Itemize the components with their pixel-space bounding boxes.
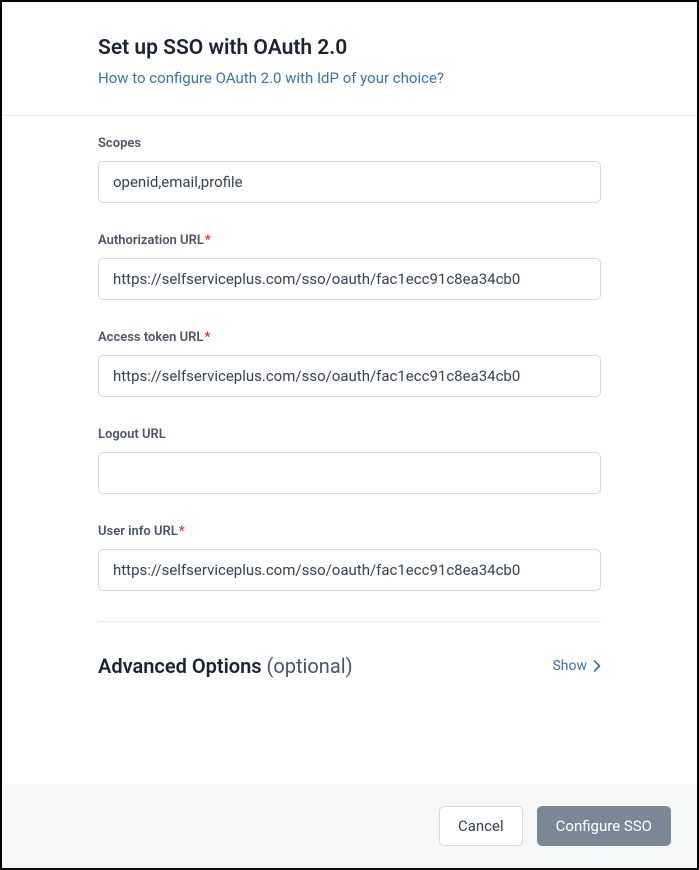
field-authorization-url: Authorization URL* [98, 233, 601, 300]
field-access-token-url: Access token URL* [98, 330, 601, 397]
chevron-right-icon [593, 660, 601, 672]
configure-sso-button[interactable]: Configure SSO [537, 806, 671, 846]
advanced-options-title: Advanced Options (optional) [98, 654, 353, 678]
scopes-label: Scopes [98, 136, 601, 151]
modal-header: Set up SSO with OAuth 2.0 How to configu… [2, 2, 697, 115]
logout-url-input[interactable] [98, 452, 601, 494]
logout-url-label: Logout URL [98, 427, 601, 442]
help-link[interactable]: How to configure OAuth 2.0 with IdP of y… [98, 69, 444, 87]
required-marker: * [179, 524, 185, 539]
field-scopes: Scopes [98, 136, 601, 203]
user-info-url-label: User info URL* [98, 524, 601, 539]
access-token-url-input[interactable] [98, 355, 601, 397]
user-info-url-input[interactable] [98, 549, 601, 591]
modal-footer: Cancel Configure SSO [2, 784, 697, 868]
field-user-info-url: User info URL* [98, 524, 601, 591]
authorization-url-input[interactable] [98, 258, 601, 300]
required-marker: * [205, 233, 211, 248]
required-marker: * [204, 330, 210, 345]
cancel-button[interactable]: Cancel [439, 806, 523, 846]
advanced-show-toggle[interactable]: Show [552, 658, 601, 674]
page-title: Set up SSO with OAuth 2.0 [98, 36, 601, 60]
authorization-url-label: Authorization URL* [98, 233, 601, 248]
scopes-input[interactable] [98, 161, 601, 203]
access-token-url-label: Access token URL* [98, 330, 601, 345]
form-area: Scopes Authorization URL* Access token U… [2, 116, 697, 591]
field-logout-url: Logout URL [98, 427, 601, 494]
advanced-options-row: Advanced Options (optional) Show [2, 622, 697, 708]
